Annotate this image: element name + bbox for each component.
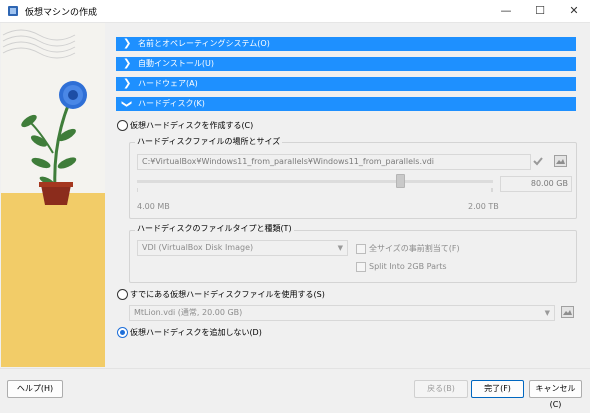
- section-hard-disk[interactable]: ❯ ハードディスク(K): [116, 97, 576, 111]
- slider-ticks: [137, 188, 493, 192]
- disk-size-slider-track[interactable]: [137, 180, 493, 183]
- use-existing-disk-label[interactable]: すでにある仮想ハードディスクファイルを使用する(S): [130, 289, 325, 300]
- split-2gb-label[interactable]: Split Into 2GB Parts: [369, 262, 447, 271]
- cancel-button[interactable]: キャンセル(C): [529, 380, 582, 409]
- back-button[interactable]: 戻る(B): [414, 380, 468, 398]
- existing-disk-value: MtLion.vdi (通常, 20.00 GB): [134, 308, 243, 317]
- chevron-down-icon: ▼: [337, 244, 343, 252]
- wizard-illustration: [1, 23, 105, 367]
- chevron-down-icon: ▼: [544, 309, 550, 317]
- location-size-group-title: ハードディスクファイルの場所とサイズ: [135, 136, 283, 147]
- section-label: ハードウェア(A): [138, 79, 198, 88]
- check-icon[interactable]: [533, 156, 543, 166]
- folder-browse-icon[interactable]: [561, 306, 574, 318]
- file-type-combo[interactable]: VDI (VirtualBox Disk Image) ▼: [137, 240, 348, 256]
- help-button[interactable]: ヘルプ(H): [7, 380, 63, 398]
- title-bar: 仮想マシンの作成 — ☐ ✕: [0, 0, 590, 23]
- close-button[interactable]: ✕: [557, 0, 590, 22]
- section-label: ハードディスク(K): [138, 99, 205, 108]
- section-label: 名前とオペレーティングシステム(O): [138, 39, 270, 48]
- create-new-disk-radio[interactable]: [117, 120, 128, 131]
- preallocate-label[interactable]: 全サイズの事前割当て(F): [369, 243, 460, 254]
- disk-size-slider-thumb[interactable]: [396, 174, 406, 188]
- section-label: 自動インストール(U): [138, 59, 214, 68]
- no-disk-label[interactable]: 仮想ハードディスクを追加しない(D): [130, 327, 262, 338]
- section-unattended-install[interactable]: ❯ 自動インストール(U): [116, 57, 576, 71]
- disk-path-field[interactable]: C:¥VirtualBox¥Windows11_from_parallels¥W…: [137, 154, 531, 170]
- maximize-button[interactable]: ☐: [523, 0, 557, 22]
- slider-max-label: 2.00 TB: [468, 202, 499, 211]
- finish-button[interactable]: 完了(F): [471, 380, 524, 398]
- create-new-disk-label[interactable]: 仮想ハードディスクを作成する(C): [130, 120, 253, 131]
- disk-size-field[interactable]: 80.00 GB: [500, 176, 572, 192]
- minimize-button[interactable]: —: [489, 0, 523, 22]
- chevron-right-icon: ❯: [123, 58, 132, 69]
- use-existing-disk-radio[interactable]: [117, 289, 128, 300]
- chevron-right-icon: ❯: [123, 38, 132, 49]
- virtualbox-app-icon: [8, 6, 18, 16]
- slider-min-label: 4.00 MB: [137, 202, 170, 211]
- no-disk-radio[interactable]: [117, 327, 128, 338]
- section-hardware[interactable]: ❯ ハードウェア(A): [116, 77, 576, 91]
- window-title: 仮想マシンの作成: [25, 8, 98, 18]
- preallocate-checkbox[interactable]: [356, 244, 366, 254]
- chevron-down-icon: ❯: [121, 99, 133, 109]
- file-type-group: [129, 230, 577, 283]
- existing-disk-combo[interactable]: MtLion.vdi (通常, 20.00 GB) ▼: [129, 305, 555, 321]
- file-type-group-title: ハードディスクのファイルタイプと種類(T): [135, 223, 294, 234]
- file-type-value: VDI (VirtualBox Disk Image): [142, 243, 254, 252]
- folder-browse-icon[interactable]: [554, 155, 567, 167]
- flower-pot-illustration: [2, 29, 87, 205]
- section-name-and-os[interactable]: ❯ 名前とオペレーティングシステム(O): [116, 37, 576, 51]
- split-2gb-checkbox[interactable]: [356, 262, 366, 272]
- chevron-right-icon: ❯: [123, 78, 132, 89]
